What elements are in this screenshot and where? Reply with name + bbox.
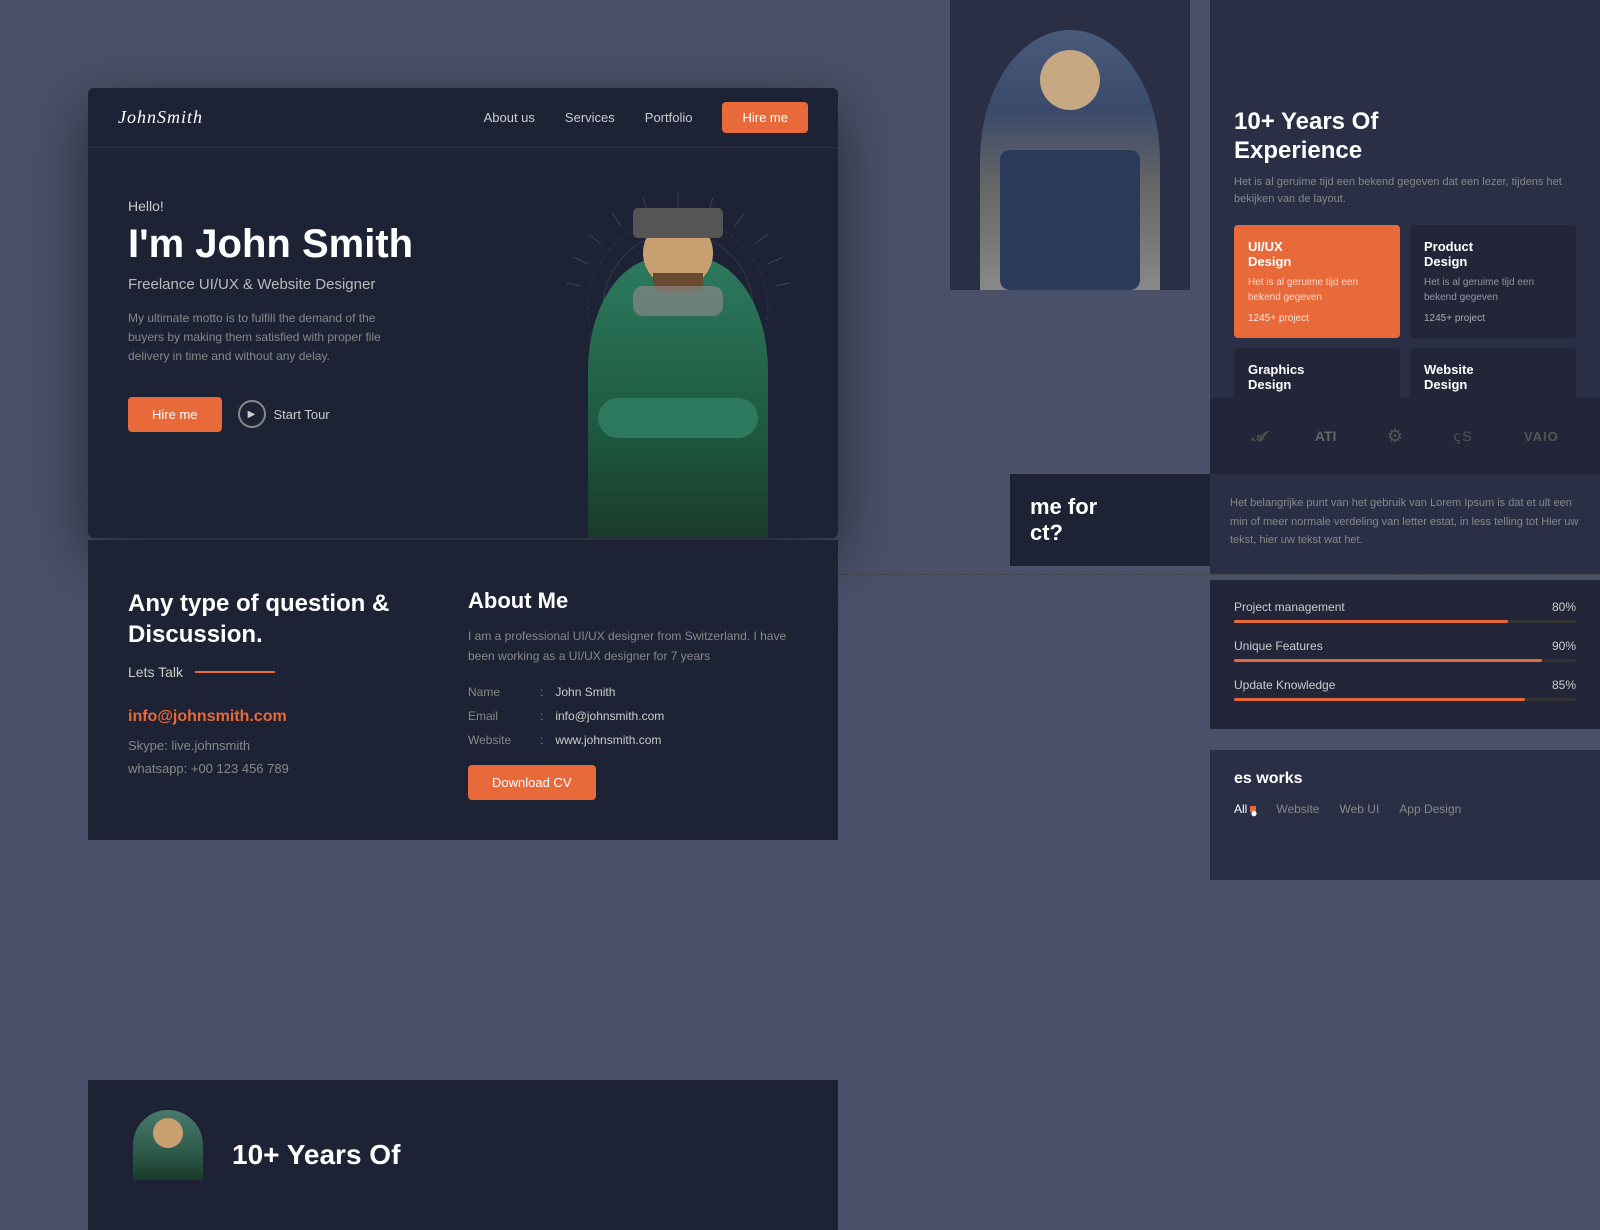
info-row-website: Website : www.johnsmith.com [468, 733, 798, 747]
info-colon-website: : [540, 733, 543, 747]
brands-row: 𝒜 ATI ⚙ ꞔS VAIO [1210, 398, 1600, 474]
dashed-separator [810, 574, 1600, 575]
info-label-name: Name [468, 685, 528, 699]
lets-talk-row: Lets Talk [128, 664, 408, 680]
service-website-title: WebsiteDesign [1424, 362, 1562, 392]
hire-me-nav-button[interactable]: Hire me [722, 102, 808, 133]
mid-right-text: Het belangrijke punt van het gebruik van… [1210, 474, 1600, 574]
nav-services[interactable]: Services [565, 110, 615, 125]
skill-uk-pct: 85% [1552, 678, 1576, 692]
info-row-email: Email : info@johnsmith.com [468, 709, 798, 723]
info-label-website: Website [468, 733, 528, 747]
info-label-email: Email [468, 709, 528, 723]
skill-uk-name: Update Knowledge [1234, 678, 1335, 692]
info-colon-name: : [540, 685, 543, 699]
skill-unique-features: Unique Features 90% [1234, 639, 1576, 662]
brand-ati: ATI [1315, 428, 1337, 444]
service-uiux-desc: Het is al geruime tijd een bekend gegeve… [1248, 275, 1386, 305]
hero-name: I'm John Smith [128, 222, 498, 266]
filter-all[interactable]: All ● [1234, 802, 1256, 816]
filter-webui[interactable]: Web UI [1339, 802, 1379, 816]
bottom-strip: 10+ Years Of [88, 1080, 838, 1230]
lets-talk-label: Lets Talk [128, 664, 183, 680]
skill-uk-bar-bg [1234, 698, 1576, 701]
contact-heading: Any type of question & Discussion. [128, 588, 408, 650]
service-product-title: ProductDesign [1424, 239, 1562, 269]
contact-skype: Skype: live.johnsmith [128, 738, 408, 753]
skill-project-management: Project management 80% [1234, 600, 1576, 623]
logo: JohnSmith [118, 107, 203, 128]
info-value-name: John Smith [555, 685, 615, 699]
skill-uf-bar-bg [1234, 659, 1576, 662]
brand-lastfm: ꞔS [1453, 427, 1473, 446]
nav-portfolio[interactable]: Portfolio [645, 110, 693, 125]
start-tour-button[interactable]: ▶ Start Tour [238, 400, 330, 428]
bottom-section: Any type of question & Discussion. Lets … [88, 540, 838, 840]
skill-pm-bar-bg [1234, 620, 1576, 623]
brand-gear: ⚙ [1387, 426, 1403, 447]
skill-uf-pct: 90% [1552, 639, 1576, 653]
bottom-person-image [128, 1110, 208, 1200]
info-value-email: info@johnsmith.com [555, 709, 664, 723]
download-cv-button[interactable]: Download CV [468, 765, 596, 800]
filter-appdesign[interactable]: App Design [1399, 802, 1461, 816]
about-column: About Me I am a professional UI/UX desig… [468, 588, 798, 800]
about-description: I am a professional UI/UX designer from … [468, 626, 798, 667]
hero-text: Hello! I'm John Smith Freelance UI/UX & … [88, 148, 538, 538]
info-table: Name : John Smith Email : info@johnsmith… [468, 685, 798, 747]
brand-vaio: VAIO [1524, 429, 1559, 444]
navbar: JohnSmith About us Services Portfolio Hi… [88, 88, 838, 148]
brand-alibaba: 𝒜 [1251, 428, 1264, 445]
portfolio-panel: es works All ● Website Web UI App Design [1210, 750, 1600, 880]
contact-column: Any type of question & Discussion. Lets … [128, 588, 408, 800]
experience-title: 10+ Years Of Experience [1234, 108, 1576, 166]
mid-text: Het belangrijke punt van het gebruik van… [1230, 494, 1580, 550]
main-browser-window: JohnSmith About us Services Portfolio Hi… [88, 88, 838, 538]
filter-website[interactable]: Website [1276, 802, 1319, 816]
info-row-name: Name : John Smith [468, 685, 798, 699]
about-title: About Me [468, 588, 798, 614]
skill-pm-pct: 80% [1552, 600, 1576, 614]
lets-talk-line [195, 671, 275, 673]
hero-buttons: Hire me ▶ Start Tour [128, 397, 498, 432]
service-uiux-count: 1245+ project [1248, 313, 1386, 324]
bottom-years-title: 10+ Years Of [232, 1138, 400, 1172]
hero-section: Hello! I'm John Smith Freelance UI/UX & … [88, 148, 838, 538]
hire-partial-text1: me for [1030, 494, 1190, 520]
play-icon: ▶ [238, 400, 266, 428]
skill-pm-name: Project management [1234, 600, 1345, 614]
hero-greeting: Hello! [128, 198, 498, 214]
hire-me-partial: me for ct? [1010, 474, 1210, 566]
skill-uk-bar-fill [1234, 698, 1525, 701]
filter-dot: ● [1250, 806, 1256, 812]
service-uiux-title: UI/UXDesign [1248, 239, 1386, 269]
nav-about[interactable]: About us [484, 110, 535, 125]
bg-person-area [950, 0, 1190, 290]
hero-person-image [538, 168, 818, 538]
hero-title: Freelance UI/UX & Website Designer [128, 276, 498, 293]
info-value-website: www.johnsmith.com [555, 733, 661, 747]
service-product-count: 1245+ project [1424, 313, 1562, 324]
experience-desc: Het is al geruime tijd een bekend gegeve… [1234, 174, 1576, 209]
skill-update-knowledge: Update Knowledge 85% [1234, 678, 1576, 701]
hero-description: My ultimate motto is to fulfill the dema… [128, 309, 408, 367]
skill-uf-name: Unique Features [1234, 639, 1323, 653]
service-product-desc: Het is al geruime tijd een bekend gegeve… [1424, 275, 1562, 305]
hire-partial-text2: ct? [1030, 520, 1190, 546]
contact-whatsapp: whatsapp: +00 123 456 789 [128, 761, 408, 776]
nav-links: About us Services Portfolio Hire me [484, 102, 808, 133]
es-works-label: es works [1234, 770, 1576, 788]
hire-me-button[interactable]: Hire me [128, 397, 222, 432]
info-colon-email: : [540, 709, 543, 723]
skill-uf-bar-fill [1234, 659, 1542, 662]
service-graphics-title: GraphicsDesign [1248, 362, 1386, 392]
contact-email[interactable]: info@johnsmith.com [128, 708, 408, 726]
skill-pm-bar-fill [1234, 620, 1508, 623]
service-card-product[interactable]: ProductDesign Het is al geruime tijd een… [1410, 225, 1576, 338]
skills-panel: Project management 80% Unique Features 9… [1210, 580, 1600, 729]
service-card-uiux[interactable]: UI/UXDesign Het is al geruime tijd een b… [1234, 225, 1400, 338]
portfolio-filters: All ● Website Web UI App Design [1234, 802, 1576, 816]
